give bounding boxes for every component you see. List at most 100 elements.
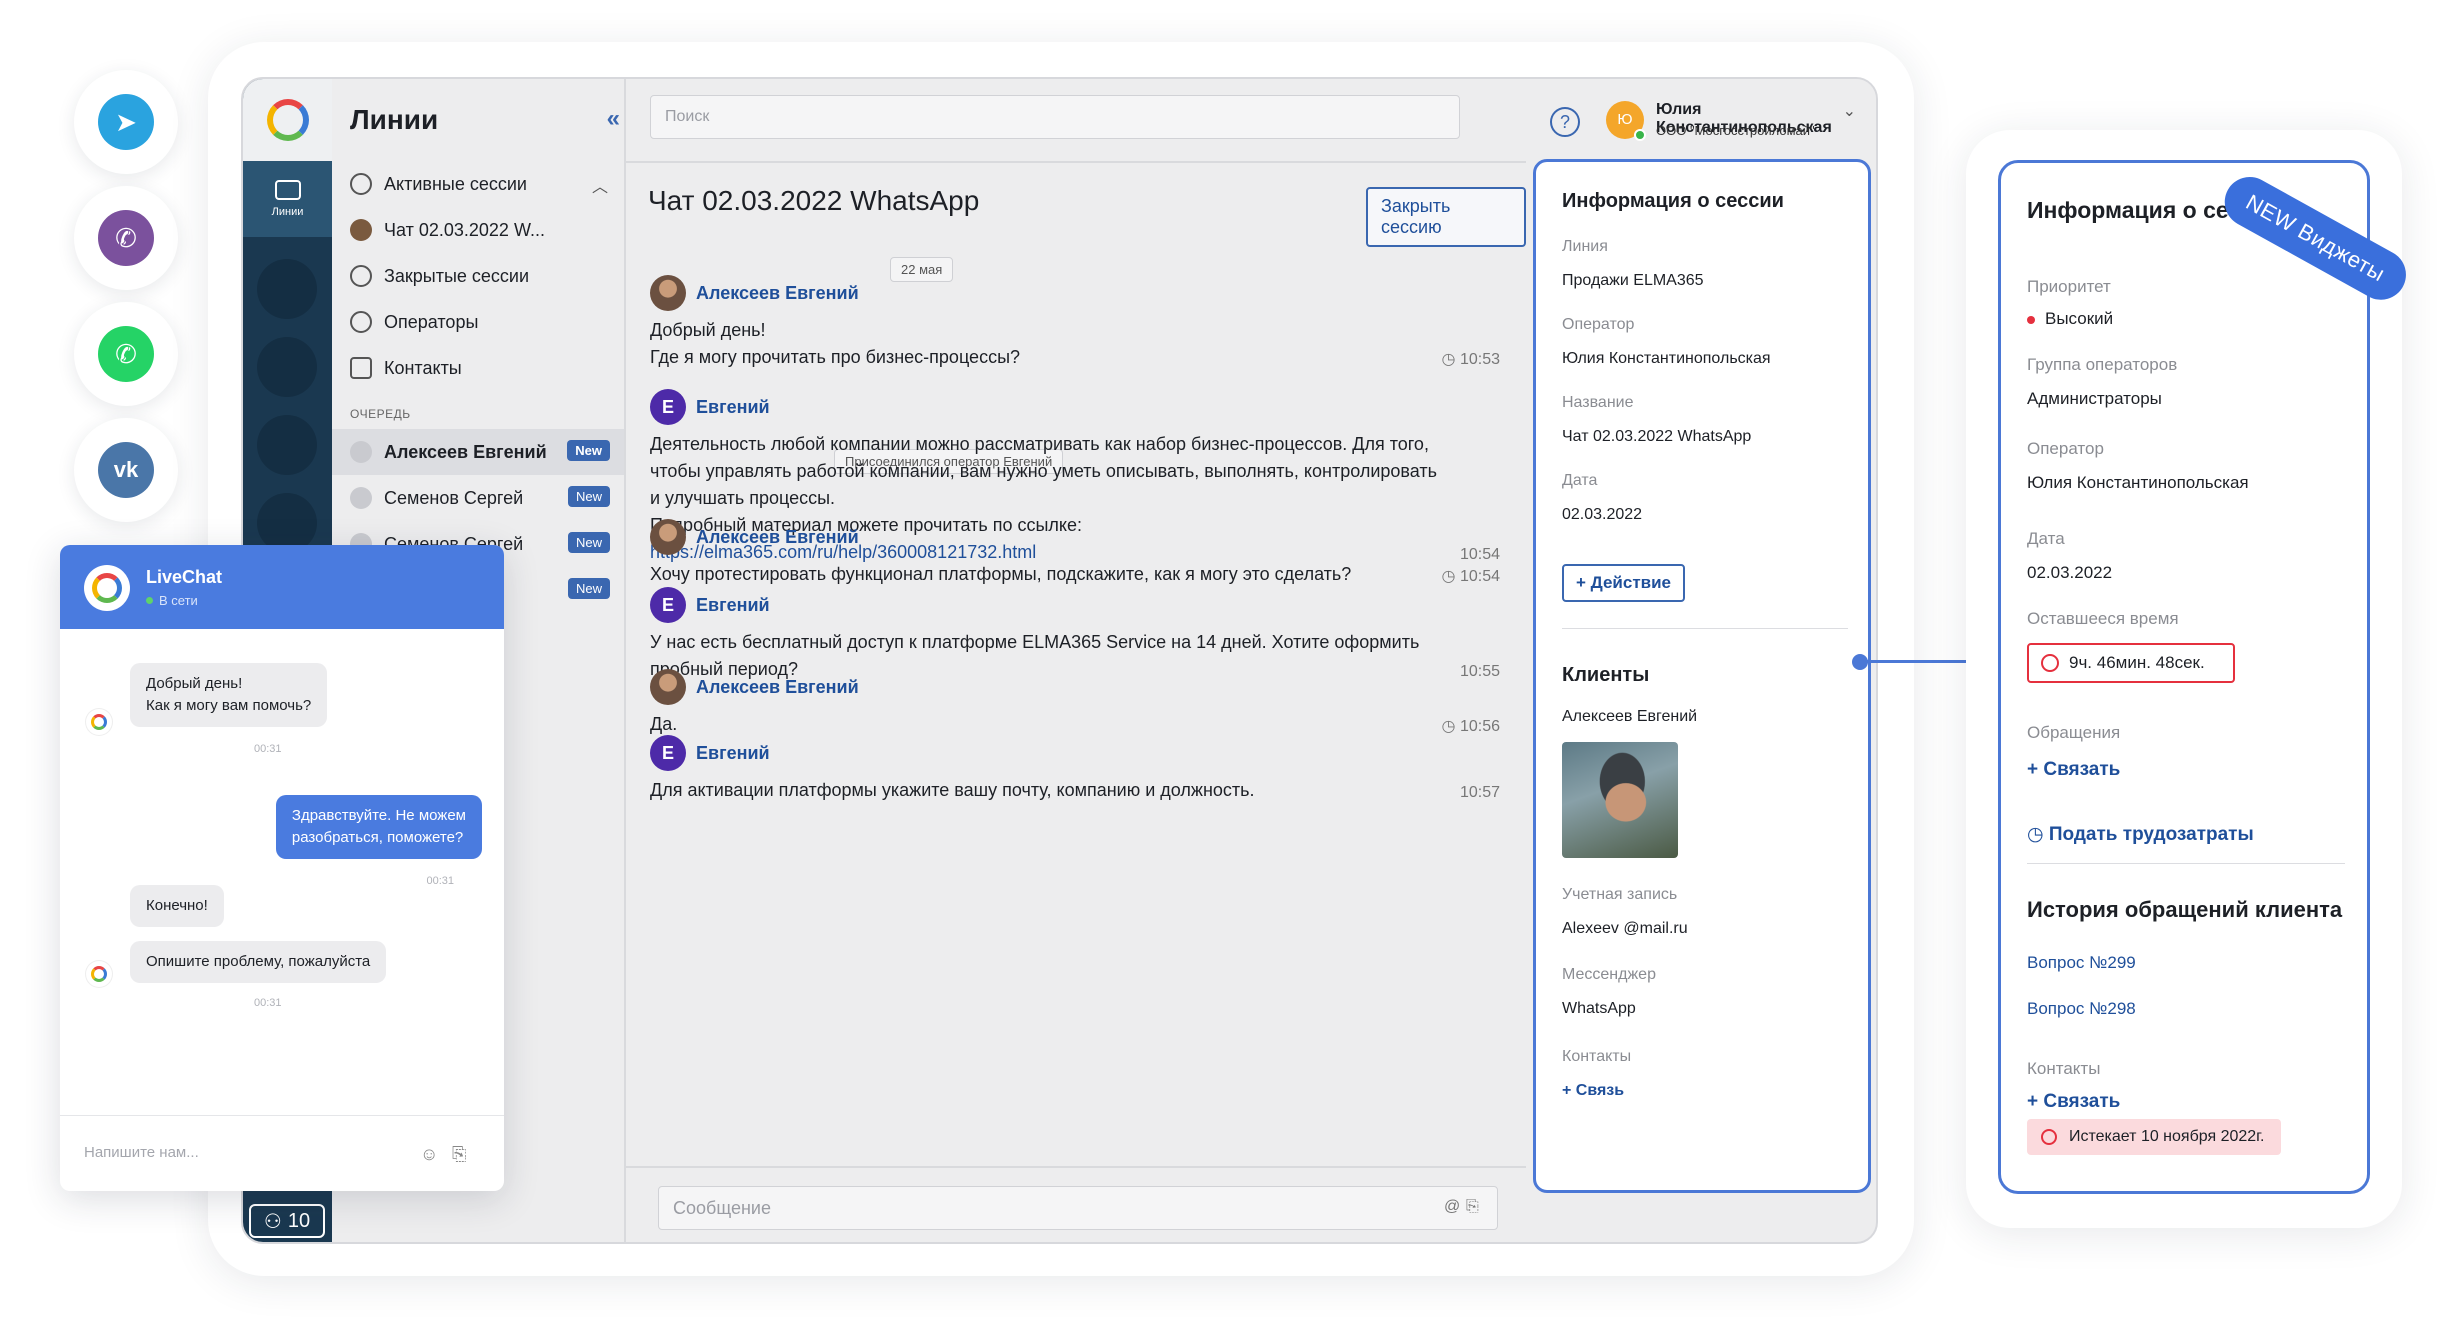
message-line: Добрый день!: [146, 675, 243, 692]
link-contact-button[interactable]: + Связать: [2027, 1091, 2120, 1113]
search-input[interactable]: Поиск: [650, 95, 1460, 139]
sidebar-item-0[interactable]: Активные сессии ︿: [332, 161, 624, 207]
operator-value: Юлия Константинопольская: [2027, 473, 2249, 492]
author-name[interactable]: Алексеев Евгений: [696, 677, 859, 698]
chat-message: E Евгений Для активации платформы укажите …: [650, 735, 1500, 804]
avatar-icon: [350, 219, 372, 241]
message-input[interactable]: Сообщение: [658, 1186, 1498, 1230]
message-time: ◷ 10:54: [1441, 568, 1500, 585]
rail-item-lines[interactable]: Линии: [243, 161, 332, 237]
history-item[interactable]: Вопрос №299: [2027, 953, 2136, 973]
vk-icon: vk: [98, 442, 154, 498]
client-name[interactable]: Алексеев Евгений: [1562, 708, 1697, 726]
help-icon[interactable]: ?: [1550, 107, 1580, 137]
sidebar-item-1[interactable]: Чат 02.03.2022 W...: [332, 207, 624, 253]
message-line: Для активации платформы укажите вашу поч…: [650, 780, 1255, 800]
message-line: У нас есть бесплатный доступ к платформе…: [650, 632, 1420, 652]
rail-item[interactable]: [257, 493, 317, 553]
operators-online-badge[interactable]: ⚇ 10: [249, 1204, 325, 1238]
rail-item[interactable]: [257, 337, 317, 397]
viber-button[interactable]: ✆: [74, 186, 178, 290]
queue-item[interactable]: Семенов Сергей New: [332, 475, 624, 521]
avatar: [650, 669, 686, 705]
queue-item[interactable]: Алексеев Евгений New: [332, 429, 624, 475]
mention-icon[interactable]: @: [1444, 1198, 1460, 1216]
message-author: Алексеев Евгений: [650, 519, 1500, 555]
viber-icon: ✆: [98, 210, 154, 266]
remaining-label: Оставшееся время: [2027, 609, 2179, 628]
message-line: Здравствуйте. Не можем: [291, 807, 466, 824]
collapse-icon[interactable]: «: [607, 105, 620, 133]
sidebar-item-label: Контакты: [384, 357, 462, 378]
sidebar-item-label: Операторы: [384, 311, 479, 332]
chat-icon: [274, 180, 301, 200]
rail-item[interactable]: [257, 415, 317, 475]
elma-logo-icon: [91, 714, 107, 730]
author-name[interactable]: Алексеев Евгений: [696, 283, 859, 304]
date-value: 02.03.2022: [2027, 563, 2113, 582]
client-photo: [1562, 742, 1678, 858]
livechat-status: В сети: [146, 593, 198, 608]
sidebar-item-3[interactable]: Операторы: [332, 299, 624, 345]
contacts-label: Контакты: [2027, 1059, 2101, 1078]
sidebar-item-2[interactable]: Закрытые сессии: [332, 253, 624, 299]
message-author: Алексеев Евгений: [650, 669, 1500, 705]
elma-logo-icon: [91, 966, 107, 982]
avatar: [650, 519, 686, 555]
vk-button[interactable]: vk: [74, 418, 178, 522]
whatsapp-icon: ✆: [98, 326, 154, 382]
message-line: Да.: [650, 714, 678, 734]
rail-item[interactable]: [257, 259, 317, 319]
clients-title: Клиенты: [1562, 664, 1650, 686]
alert-icon: [2041, 1129, 2057, 1145]
elma-logo-icon: [266, 99, 309, 141]
attach-icon[interactable]: ⎘: [452, 1144, 466, 1165]
remaining-timer: 9ч. 46мин. 48сек.: [2027, 643, 2235, 683]
close-session-button[interactable]: Закрыть сессию: [1366, 187, 1526, 247]
chat-message: Алексеев Евгений Хочу протестировать функ…: [650, 519, 1500, 588]
clock-icon: ◷: [2027, 824, 2049, 845]
whatsapp-button[interactable]: ✆: [74, 302, 178, 406]
sidebar-item-label: Активные сессии: [384, 173, 527, 194]
avatar: [650, 275, 686, 311]
app-logo[interactable]: [243, 79, 332, 161]
user-edit-icon: ⚇: [263, 1210, 282, 1233]
link-request-button[interactable]: + Связать: [2027, 759, 2120, 781]
message-time: 00:31: [426, 875, 454, 887]
avatar: E: [650, 389, 686, 425]
history-item[interactable]: Вопрос №298: [2027, 999, 2136, 1019]
chevron-up-icon[interactable]: ︿: [592, 173, 608, 197]
message-time: 00:31: [254, 743, 282, 755]
author-name[interactable]: Евгений: [696, 397, 770, 418]
chevron-down-icon[interactable]: ⌄: [1843, 101, 1856, 121]
message-time: 10:57: [1459, 784, 1500, 801]
queue-label: ОЧЕРЕДЬ: [350, 407, 411, 421]
message-line: Где я могу прочитать про бизнес-процессы…: [650, 347, 1021, 367]
rail-item-label: Линии: [271, 206, 304, 218]
attach-icon[interactable]: ⎘: [1466, 1198, 1479, 1216]
group-value: Администраторы: [2027, 389, 2162, 408]
author-name[interactable]: Евгений: [696, 595, 770, 616]
requests-label: Обращения: [2027, 723, 2121, 742]
telegram-button[interactable]: ➤: [74, 70, 178, 174]
field-label: Дата: [1562, 472, 1598, 489]
operators-count: 10: [287, 1209, 311, 1232]
group-label: Группа операторов: [2027, 355, 2178, 374]
submit-timecost-button[interactable]: ◷ Подать трудозатраты: [2027, 823, 2254, 846]
composer: Сообщение @ ⎘: [626, 1166, 1526, 1242]
message-line: разобраться, поможете?: [291, 829, 464, 846]
livechat-logo: [84, 565, 130, 611]
author-name[interactable]: Евгений: [696, 743, 770, 764]
sidebar-item-4[interactable]: Контакты: [332, 345, 624, 391]
incoming-message: Конечно!: [130, 885, 224, 927]
avatar: [350, 441, 372, 463]
contacts-icon: [350, 357, 372, 379]
add-action-button[interactable]: + Действие: [1562, 564, 1686, 602]
session-info-title: Информация о сессии: [1562, 190, 1784, 212]
message-time: ◷ 10:53: [1441, 351, 1500, 368]
message-line: Конечно!: [146, 897, 208, 914]
emoji-icon[interactable]: ☺: [420, 1144, 438, 1165]
plus-icon: +: [2027, 1091, 2044, 1112]
author-name[interactable]: Алексеев Евгений: [696, 527, 859, 548]
add-contact-link[interactable]: + Связь: [1562, 1082, 1624, 1100]
